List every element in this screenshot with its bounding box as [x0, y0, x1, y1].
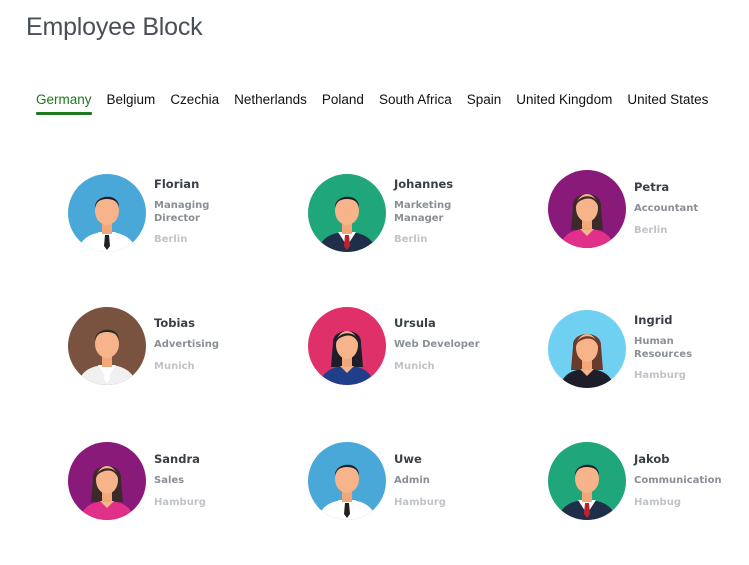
employee-card: Johannes Marketing Manager Berlin	[308, 174, 528, 264]
employee-card: Sandra Sales Hamburg	[68, 442, 288, 532]
employee-city: Berlin	[394, 234, 428, 245]
employee-city: Munich	[394, 360, 435, 372]
employee-city: Hamburg	[394, 496, 446, 508]
employee-name: Petra	[634, 180, 670, 194]
employee-card: Ursula Web Developer Munich	[308, 307, 528, 397]
employee-card: Florian Managing Director Berlin	[68, 174, 288, 264]
employee-card: Petra Accountant Berlin	[548, 170, 749, 260]
male-avatar-icon	[308, 174, 386, 252]
employee-name: Ursula	[394, 316, 436, 330]
page-title: Employee Block	[26, 13, 203, 41]
country-tabs: Germany Belgium Czechia Netherlands Pola…	[36, 92, 723, 115]
employee-card: Uwe Admin Hamburg	[308, 442, 528, 532]
tab-poland[interactable]: Poland	[322, 92, 364, 115]
employee-role: Communication	[634, 475, 722, 486]
employee-card: Tobias Advertising Munich	[68, 307, 288, 397]
tab-belgium[interactable]: Belgium	[107, 92, 156, 115]
female-avatar-icon	[548, 170, 626, 248]
tab-south-africa[interactable]: South Africa	[379, 92, 452, 115]
tab-united-kingdom[interactable]: United Kingdom	[516, 92, 612, 115]
tab-spain[interactable]: Spain	[467, 92, 502, 115]
tab-germany[interactable]: Germany	[36, 92, 92, 115]
employee-name: Sandra	[154, 452, 200, 466]
tab-united-states[interactable]: United States	[627, 92, 708, 115]
employee-city: Hamburg	[634, 370, 686, 381]
female-avatar-icon	[68, 442, 146, 520]
employee-name: Johannes	[394, 177, 454, 191]
male-avatar-icon	[548, 442, 626, 520]
employee-role: Accountant	[634, 203, 699, 214]
employee-city: Berlin	[154, 234, 188, 245]
employee-role: Sales	[154, 475, 185, 486]
employee-role: Web Developer	[394, 339, 480, 350]
employee-role: Marketing Manager	[394, 200, 452, 224]
male-avatar-icon	[308, 442, 386, 520]
employee-city: Munich	[154, 360, 195, 372]
employee-name: Uwe	[394, 452, 422, 466]
employee-city: Hambug	[634, 496, 681, 508]
employee-city: Hamburg	[154, 496, 206, 508]
tab-czechia[interactable]: Czechia	[170, 92, 219, 115]
employee-city: Berlin	[634, 224, 668, 236]
tab-netherlands[interactable]: Netherlands	[234, 92, 307, 115]
male-avatar-icon	[68, 174, 146, 252]
male-avatar-icon	[68, 307, 146, 385]
employee-card: Jakob Communication Hambug	[548, 442, 749, 532]
employee-role: Advertising	[154, 339, 219, 350]
female-avatar-icon	[548, 310, 626, 388]
employee-name: Jakob	[634, 452, 670, 466]
employee-card: Ingrid Human Resources Hamburg	[548, 310, 749, 400]
employee-role: Admin	[394, 475, 430, 486]
employee-name: Florian	[154, 177, 200, 191]
employee-role: Human Resources	[634, 336, 693, 360]
employee-name: Ingrid	[634, 313, 673, 327]
female-avatar-icon	[308, 307, 386, 385]
employee-name: Tobias	[154, 316, 195, 330]
employee-role: Managing Director	[154, 200, 210, 224]
